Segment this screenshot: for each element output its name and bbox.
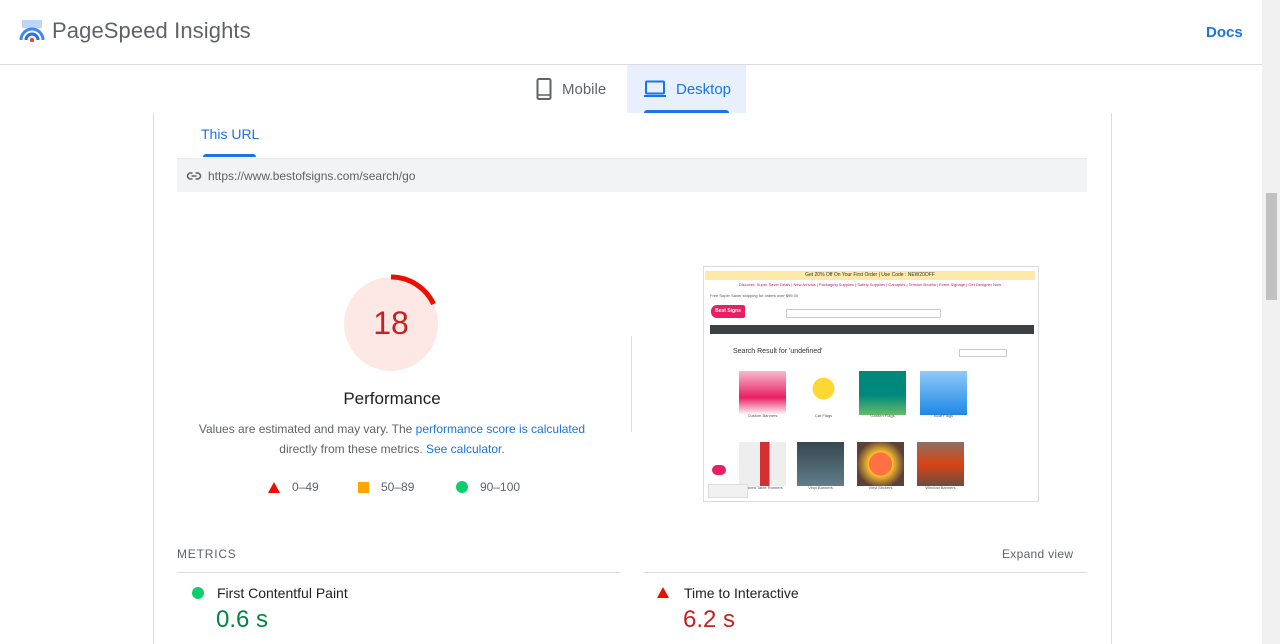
desc-text-1: Values are estimated and may vary. The <box>198 422 416 436</box>
screenshot-product-label: Custom Banners <box>747 413 778 418</box>
screenshot-logo: Best Signs <box>711 305 745 318</box>
screenshot-search-box <box>786 309 941 318</box>
subtab-indicator <box>203 154 256 157</box>
screenshot-heading: Search Result for 'undefined' <box>733 348 823 355</box>
circle-icon <box>456 481 468 493</box>
performance-score: 18 <box>373 305 409 341</box>
legend-average-range: 50–89 <box>381 480 415 494</box>
triangle-icon <box>268 481 280 493</box>
legend-fail: 0–49 <box>268 480 319 494</box>
desc-text-2: directly from these metrics. <box>279 442 426 456</box>
screenshot-product-image <box>859 371 906 415</box>
tab-desktop-label: Desktop <box>676 80 732 98</box>
tab-mobile[interactable]: Mobile <box>528 65 626 113</box>
screenshot-product-image <box>857 442 904 486</box>
screenshot-product-image <box>739 442 786 486</box>
metric-fcp-name: First Contentful Paint <box>217 585 348 601</box>
screenshot-links-bar: Discover: Super Saver Deals | New Arriva… <box>738 282 1002 287</box>
screenshot-product-label: Boat Flags <box>933 413 954 418</box>
pass-circle-icon <box>192 587 204 599</box>
screenshot-product-label: Vinyl Stickers <box>868 485 893 490</box>
screenshot-product-image <box>920 371 967 415</box>
screenshot-product-image <box>917 442 964 486</box>
desc-text-3: . <box>501 442 505 456</box>
screenshot-product-label: Garden Flags <box>870 413 895 418</box>
screenshot-nav-bar <box>710 325 1034 334</box>
performance-title: Performance <box>343 389 441 408</box>
scrollbar-thumb[interactable] <box>1266 193 1277 300</box>
screenshot-shipping-text: Free Super Saver shipping for orders ove… <box>710 293 799 298</box>
metric-tti-name: Time to Interactive <box>684 585 799 601</box>
screenshot-promo-banner: Get 20% Off On Your First Order | Use Co… <box>705 271 1035 280</box>
legend-pass-range: 90–100 <box>480 480 521 494</box>
square-icon <box>358 481 369 493</box>
expand-view-button[interactable]: Expand view <box>1002 547 1073 561</box>
performance-description: Values are estimated and may vary. The p… <box>187 419 597 459</box>
metric-divider <box>177 572 620 573</box>
metric-tti-value: 6.2 s <box>683 606 736 633</box>
docs-link[interactable]: Docs <box>1206 24 1243 41</box>
metrics-heading: METRICS <box>177 547 237 561</box>
screenshot-chat-bubble <box>712 465 726 475</box>
screenshot-product-label: Window Banners <box>925 485 956 490</box>
screenshot-product-image <box>739 371 786 415</box>
screenshot-product-image <box>797 442 844 486</box>
metric-divider <box>644 572 1087 573</box>
score-calculated-link[interactable]: performance score is calculated <box>416 422 585 436</box>
link-icon <box>186 172 202 180</box>
see-calculator-link[interactable]: See calculator <box>426 442 501 456</box>
app-title[interactable]: PageSpeed Insights <box>52 18 251 44</box>
screenshot-footer-widget <box>708 484 748 498</box>
screenshot-product-label: Vinyl Banners <box>808 485 833 490</box>
tab-desktop[interactable]: Desktop <box>627 65 746 113</box>
legend-average: 50–89 <box>358 480 414 494</box>
screenshot-sort-select <box>959 349 1007 357</box>
tab-this-url[interactable]: This URL <box>201 126 259 142</box>
app-header: PageSpeed Insights Docs <box>0 0 1262 65</box>
analyzed-url[interactable]: https://www.bestofsigns.com/search/go <box>208 169 415 183</box>
page-screenshot: Get 20% Off On Your First Order | Use Co… <box>703 266 1039 502</box>
pagespeed-logo-icon[interactable] <box>19 18 45 44</box>
fail-triangle-icon <box>657 587 669 598</box>
tab-mobile-label: Mobile <box>562 80 607 98</box>
laptop-icon <box>644 80 666 97</box>
screenshot-product-label: Car Flags <box>814 413 833 418</box>
legend-fail-range: 0–49 <box>292 480 319 494</box>
phone-icon <box>536 78 552 100</box>
metric-fcp-value: 0.6 s <box>216 606 269 633</box>
screenshot-product-image <box>800 371 847 415</box>
legend-pass: 90–100 <box>456 480 520 494</box>
divider <box>631 336 632 432</box>
scrollbar-track[interactable] <box>1262 0 1280 644</box>
